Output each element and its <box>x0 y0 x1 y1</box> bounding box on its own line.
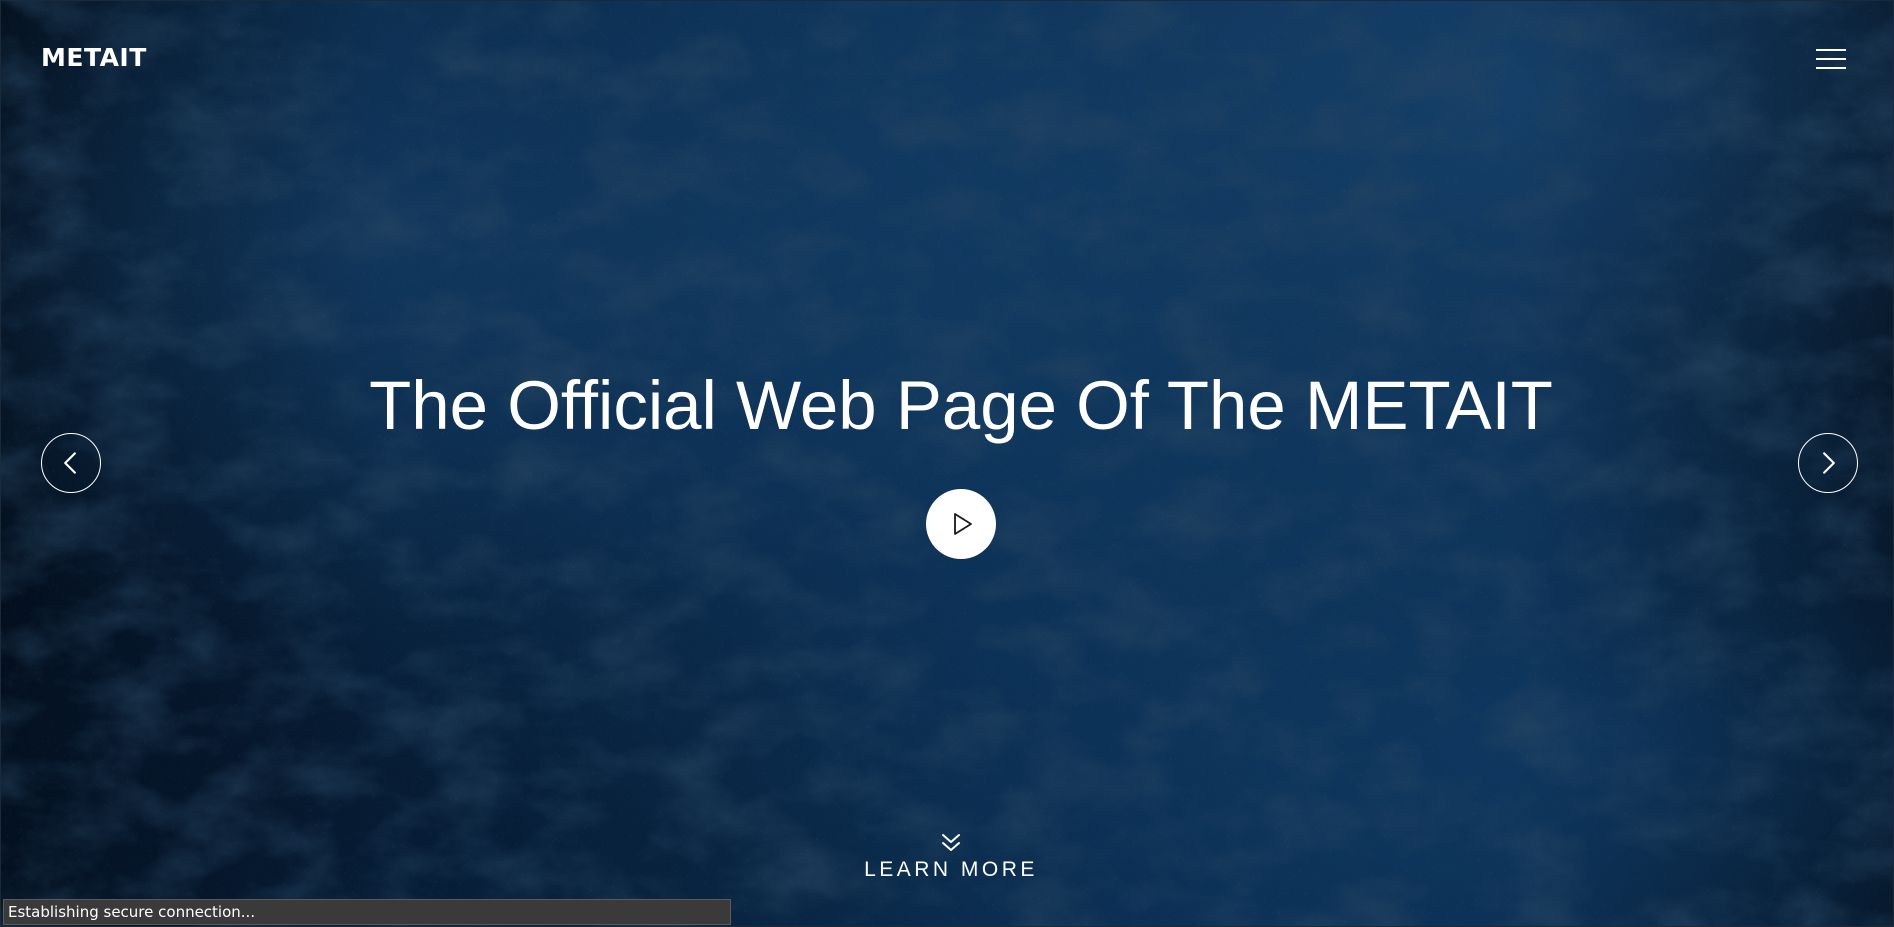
site-logo[interactable]: METAIT <box>41 43 147 72</box>
background-texture <box>1 1 1893 926</box>
double-chevron-down-icon <box>942 834 960 851</box>
learn-more-label: LEARN MORE <box>864 858 1038 881</box>
hamburger-menu-icon[interactable] <box>1816 47 1846 71</box>
prev-slide-button[interactable] <box>41 433 101 493</box>
play-video-button[interactable] <box>926 489 996 559</box>
hero-headline: The Official Web Page Of The METAIT <box>369 367 1553 444</box>
learn-more-link[interactable]: LEARN MORE <box>851 833 1051 893</box>
next-slide-button[interactable] <box>1798 433 1858 493</box>
chevron-left-icon <box>64 452 76 474</box>
browser-status-bar: Establishing secure connection... <box>3 899 731 925</box>
hero-section: METAIT The Official Web Page Of The META… <box>0 0 1894 927</box>
chevron-right-icon <box>1823 452 1835 474</box>
play-icon <box>954 513 972 535</box>
